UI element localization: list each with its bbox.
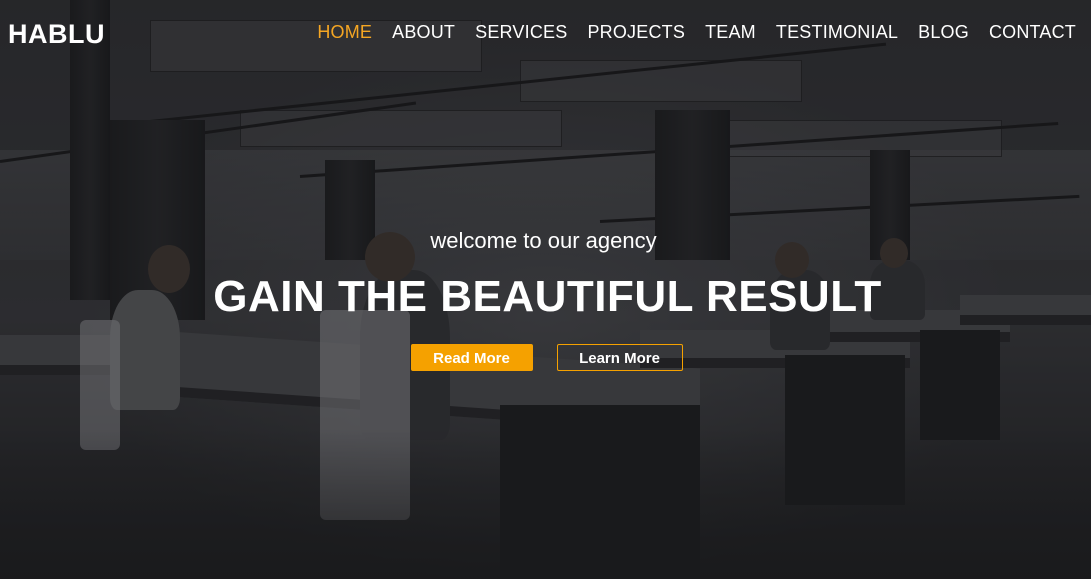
hero-tagline: welcome to our agency (430, 228, 657, 253)
nav-item-blog: BLOG (918, 22, 969, 43)
navbar: HABLU HOME ABOUT SERVICES PROJECTS TEAM … (0, 0, 1091, 68)
nav-link-team[interactable]: TEAM (705, 22, 756, 42)
nav-item-about: ABOUT (392, 22, 455, 43)
nav-menu: HOME ABOUT SERVICES PROJECTS TEAM TESTIM… (317, 22, 1076, 43)
hero-section: HABLU HOME ABOUT SERVICES PROJECTS TEAM … (0, 0, 1091, 579)
read-more-button[interactable]: Read More (410, 344, 533, 371)
nav-item-home: HOME (317, 22, 372, 43)
hero-buttons: Read More Learn More (1, 344, 1091, 371)
learn-more-button[interactable]: Learn More (556, 344, 683, 371)
nav-item-services: SERVICES (475, 22, 567, 43)
nav-link-blog[interactable]: BLOG (918, 22, 969, 42)
nav-item-testimonial: TESTIMONIAL (776, 22, 898, 43)
nav-link-home[interactable]: HOME (317, 22, 372, 42)
hero-headline: GAIN THE BEAUTIFUL RESULT (213, 272, 882, 321)
brand-logo[interactable]: HABLU (8, 19, 105, 50)
hero-content: welcome to our agency GAIN THE BEAUTIFUL… (0, 228, 1091, 371)
nav-link-projects[interactable]: PROJECTS (587, 22, 685, 42)
nav-link-services[interactable]: SERVICES (475, 22, 567, 42)
nav-link-contact[interactable]: CONTACT (989, 22, 1076, 42)
nav-link-about[interactable]: ABOUT (392, 22, 455, 42)
nav-link-testimonial[interactable]: TESTIMONIAL (776, 22, 898, 42)
nav-item-team: TEAM (705, 22, 756, 43)
nav-item-contact: CONTACT (989, 22, 1076, 43)
nav-item-projects: PROJECTS (587, 22, 685, 43)
